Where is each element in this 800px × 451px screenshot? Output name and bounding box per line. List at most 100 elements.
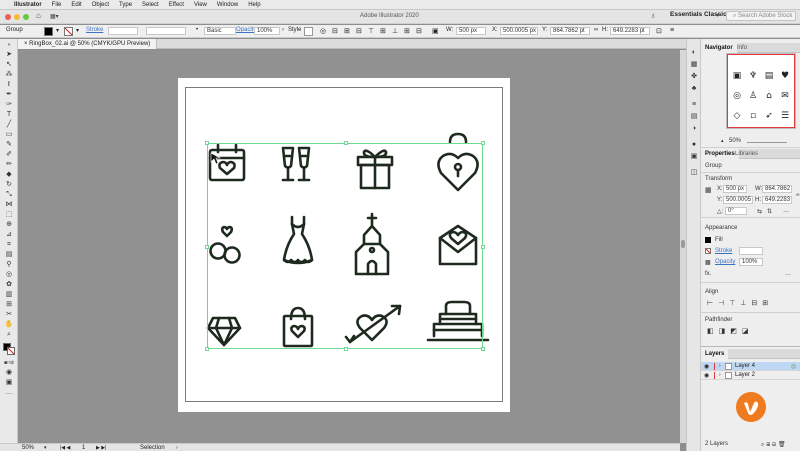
expand-chevron-icon[interactable]: › xyxy=(719,363,721,369)
control-x-field[interactable]: 500 px xyxy=(456,27,486,35)
menu-object[interactable]: Object xyxy=(92,2,109,8)
mesh-tool-icon[interactable]: ⌗ xyxy=(4,241,14,249)
visibility-eye-icon[interactable]: ◉ xyxy=(704,363,709,370)
appearance-stroke-field[interactable] xyxy=(739,247,763,255)
layer-row[interactable]: ◉ › Layer 4 ◎ xyxy=(701,362,800,371)
menu-app-name[interactable]: Illustrator xyxy=(14,2,42,8)
magic-wand-tool-icon[interactable]: ⁂ xyxy=(4,71,14,79)
selection-bounding-box[interactable] xyxy=(205,141,485,351)
pencil-tool-icon[interactable]: ✏ xyxy=(4,161,14,169)
menu-type[interactable]: Type xyxy=(119,2,132,8)
appearance-opacity-field[interactable]: 100% xyxy=(739,258,763,266)
zoom-dropdown-icon[interactable]: ▾ xyxy=(44,445,47,451)
menu-edit[interactable]: Edit xyxy=(71,2,81,8)
arrange-documents-icon[interactable]: ▦▾ xyxy=(50,13,59,20)
menu-select[interactable]: Select xyxy=(142,2,159,8)
canvas[interactable] xyxy=(18,50,680,443)
navigator-view-box[interactable] xyxy=(727,54,795,128)
menu-effect[interactable]: Effect xyxy=(169,2,184,8)
symbols-panel-icon[interactable]: ♣ xyxy=(690,85,698,93)
first-artboard-icon[interactable]: |◀ ◀ xyxy=(60,445,70,451)
artboard-number[interactable]: 1 xyxy=(82,445,85,451)
appearance-opacity-label[interactable]: Opacity xyxy=(715,259,735,265)
width-tool-icon[interactable]: ⋈ xyxy=(4,201,14,209)
shape-builder-tool-icon[interactable]: ⊕ xyxy=(4,221,14,229)
next-artboard-icon[interactable]: ▶ ▶| xyxy=(96,445,106,451)
artboard[interactable] xyxy=(178,78,510,412)
screen-mode-icon[interactable]: ▣ xyxy=(4,379,14,387)
edit-toolbar-icon[interactable]: … xyxy=(4,389,14,397)
distribute-icon[interactable]: ⊞ xyxy=(404,27,410,35)
navigator-zoom-out-icon[interactable]: ▴ xyxy=(721,138,724,144)
appearance-more-icon[interactable]: … xyxy=(785,271,791,277)
handle-bottom-right[interactable] xyxy=(481,347,485,351)
menu-view[interactable]: View xyxy=(194,2,207,8)
panel-menu-icon[interactable]: ≡ xyxy=(670,27,674,34)
transform-x-field[interactable]: 500 px xyxy=(723,185,747,193)
tab-info[interactable]: Info xyxy=(733,43,751,53)
visibility-eye-icon[interactable]: ◉ xyxy=(704,372,709,379)
tab-layers[interactable]: Layers xyxy=(701,349,729,359)
target-circle-icon[interactable]: ◎ xyxy=(791,363,796,370)
distribute-spacing-icon[interactable]: ⊟ xyxy=(416,27,422,35)
blend-tool-icon[interactable]: ◎ xyxy=(4,271,14,279)
navigator-zoom-value[interactable]: 50% xyxy=(729,138,741,144)
layer-name[interactable]: Layer 4 xyxy=(735,363,755,369)
tab-libraries[interactable]: Libraries xyxy=(731,149,762,159)
brush-definition-field[interactable]: Basic xyxy=(204,27,236,35)
drawing-mode-icon[interactable]: ◉ xyxy=(4,369,14,377)
tab-navigator[interactable]: Navigator xyxy=(701,43,737,53)
chevron-down-icon[interactable]: ▾ xyxy=(716,12,719,19)
color-panel-icon[interactable]: ◐ xyxy=(690,49,698,57)
navigator-zoom-slider[interactable] xyxy=(747,142,787,143)
flip-horizontal-icon[interactable]: ⇆ xyxy=(757,208,762,215)
align-left-icon[interactable]: ⊟ xyxy=(332,27,338,35)
transform-y-field[interactable]: 500.0005 xyxy=(723,196,753,204)
pen-tool-icon[interactable]: ✒ xyxy=(4,91,14,99)
transform-w-field[interactable]: 864.7862 xyxy=(762,185,792,193)
align-right-icon[interactable]: ⊟ xyxy=(356,27,362,35)
rectangle-tool-icon[interactable]: ▭ xyxy=(4,131,14,139)
eraser-tool-icon[interactable]: ◆ xyxy=(4,171,14,179)
more-options-icon[interactable]: … xyxy=(783,208,789,214)
handle-middle-right[interactable] xyxy=(481,245,485,249)
constrain-link-icon[interactable]: ∞ xyxy=(796,192,800,198)
scale-tool-icon[interactable]: ⤡ xyxy=(4,191,14,199)
transform-h-field[interactable]: 649.2283 xyxy=(762,196,792,204)
paintbrush-tool-icon[interactable]: ✎ xyxy=(4,141,14,149)
align-bottom-icon[interactable]: ⊥ xyxy=(392,27,398,35)
constrain-proportions-icon[interactable]: ∞ xyxy=(594,27,598,33)
zoom-level[interactable]: 50% xyxy=(22,445,34,451)
graphic-style-swatch[interactable] xyxy=(304,27,313,36)
type-tool-icon[interactable]: T xyxy=(4,111,14,119)
reference-point-icon[interactable]: ▦ xyxy=(705,186,712,194)
stroke-panel-icon[interactable]: ≡ xyxy=(690,101,698,109)
align-top-icon[interactable]: ⊤ xyxy=(368,27,374,35)
eyedropper-tool-icon[interactable]: ⚲ xyxy=(4,261,14,269)
adobe-stock-search[interactable]: ⌕ Search Adobe Stock xyxy=(726,11,796,21)
layers-panel-icon[interactable]: ◫ xyxy=(690,169,698,177)
home-icon[interactable]: ⌂ xyxy=(36,11,41,20)
zoom-tool-icon[interactable]: ⌕ xyxy=(4,331,14,339)
gradient-tool-icon[interactable]: ▤ xyxy=(4,251,14,259)
brushes-panel-icon[interactable]: ✤ xyxy=(690,73,698,81)
handle-top-center[interactable] xyxy=(344,141,348,145)
symbol-sprayer-tool-icon[interactable]: ✿ xyxy=(4,281,14,289)
perspective-grid-tool-icon[interactable]: ⊿ xyxy=(4,231,14,239)
lightbulb-icon[interactable]: ♁ xyxy=(650,11,656,20)
transparency-panel-icon[interactable]: ◑ xyxy=(690,125,698,133)
stroke-dropdown-icon[interactable]: ▾ xyxy=(76,27,79,34)
appearance-stroke-label[interactable]: Stroke xyxy=(715,248,732,254)
handle-top-right[interactable] xyxy=(481,141,485,145)
align-center-icon[interactable]: ⊞ xyxy=(344,27,350,35)
status-menu-icon[interactable]: › xyxy=(176,445,178,451)
recolor-artwork-icon[interactable]: ◎ xyxy=(320,27,326,35)
rotate-tool-icon[interactable]: ↻ xyxy=(4,181,14,189)
appearance-panel-icon[interactable]: ● xyxy=(690,141,698,149)
stroke-weight-field[interactable] xyxy=(108,27,138,35)
curvature-tool-icon[interactable]: ✑ xyxy=(4,101,14,109)
graphic-styles-panel-icon[interactable]: ▣ xyxy=(690,153,698,161)
control-h-field[interactable]: 649.2283 pt xyxy=(610,27,650,35)
expand-chevron-icon[interactable]: › xyxy=(719,372,721,378)
shaper-tool-icon[interactable]: ✐ xyxy=(4,151,14,159)
